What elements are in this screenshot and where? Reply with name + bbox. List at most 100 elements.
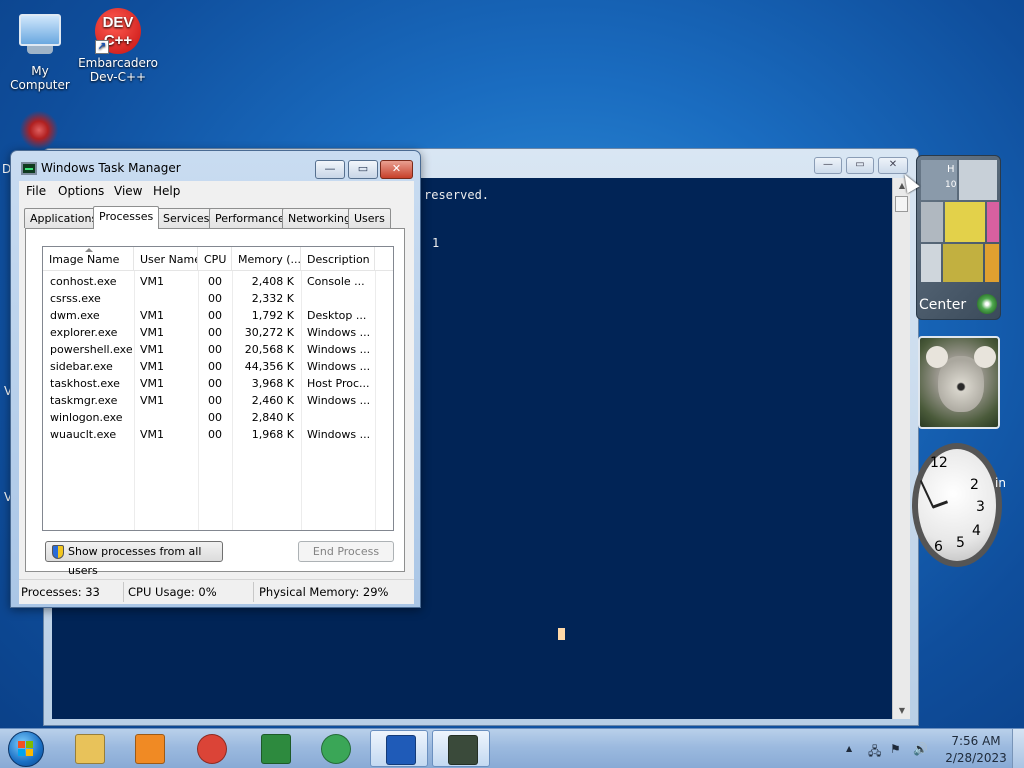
column-user-name[interactable]: User Name (134, 247, 198, 271)
cell-cpu: 00 (208, 411, 222, 424)
minimize-button[interactable]: — (315, 160, 345, 179)
cell-memory: 2,332 K (251, 292, 294, 305)
table-row[interactable]: winlogon.exe 00 2,840 K (43, 410, 393, 427)
cell-description: Windows ... (307, 343, 371, 356)
window-title: Windows Task Manager (41, 161, 181, 175)
table-row[interactable]: taskmgr.exe VM1 00 2,460 K Windows ... (43, 393, 393, 410)
cell-cpu: 00 (208, 343, 222, 356)
close-button[interactable]: ✕ (380, 160, 413, 179)
console-line: 1 (432, 236, 440, 250)
folder-icon (75, 734, 105, 764)
media-letter: H (947, 164, 955, 175)
cell-description: Windows ... (307, 360, 371, 373)
cell-image: sidebar.exe (50, 360, 113, 373)
console-close-button[interactable]: ✕ (878, 157, 908, 174)
table-row[interactable]: powershell.exe VM1 00 20,568 K Windows ... (43, 342, 393, 359)
start-button[interactable] (8, 731, 44, 767)
network-icon[interactable]: 🖧 (868, 742, 881, 763)
menu-options[interactable]: Options (58, 184, 104, 198)
desktop-icon-devcpp[interactable]: DEV C++ ↗ Embarcadero Dev-C++ (78, 4, 158, 84)
tab-applications[interactable]: Applications (24, 208, 104, 228)
task-manager-icon (448, 735, 478, 765)
maximize-button[interactable]: ▭ (348, 160, 378, 179)
status-bar: Processes: 33 CPU Usage: 0% Physical Mem… (19, 579, 414, 604)
cell-cpu: 00 (208, 326, 222, 339)
cell-description: Windows ... (307, 428, 371, 441)
table-row[interactable]: dwm.exe VM1 00 1,792 K Desktop ... (43, 308, 393, 325)
table-row[interactable]: sidebar.exe VM1 00 44,356 K Windows ... (43, 359, 393, 376)
menu-view[interactable]: View (114, 184, 142, 198)
devcpp-icon: DEV C++ ↗ (95, 8, 141, 54)
task-manager-app-icon (21, 162, 37, 175)
table-row[interactable]: wuauclt.exe VM1 00 1,968 K Windows ... (43, 427, 393, 444)
task-manager-body: Applications Processes Services Performa… (19, 201, 414, 579)
media-center-label: Center (919, 297, 967, 313)
taskbar-button-chrome[interactable] (182, 730, 240, 767)
tray-clock-date[interactable]: 2/28/2023 (942, 751, 1010, 765)
tab-networking[interactable]: Networking (282, 208, 357, 228)
cell-image: taskhost.exe (50, 377, 120, 390)
media-player-icon (135, 734, 165, 764)
tab-services[interactable]: Services (157, 208, 216, 228)
show-desktop-button[interactable] (1012, 729, 1024, 768)
partial-desktop-icon[interactable] (17, 110, 61, 150)
cell-memory: 2,840 K (251, 411, 294, 424)
show-all-processes-button[interactable]: Show processes from all users (45, 541, 223, 577)
clock-face: 12 2 3 4 5 6 (912, 443, 1002, 567)
menu-help[interactable]: Help (153, 184, 180, 198)
tab-processes[interactable]: Processes (93, 206, 160, 229)
cell-image: taskmgr.exe (50, 394, 118, 407)
taskbar-button-media-player[interactable] (120, 730, 178, 767)
table-row[interactable]: explorer.exe VM1 00 30,272 K Windows ... (43, 325, 393, 342)
column-memory[interactable]: Memory (... (232, 247, 301, 271)
process-list-header: Image Name User Name CPU Memory (... Des… (43, 247, 393, 271)
cell-user: VM1 (140, 377, 165, 390)
cell-description: Host Proc... (307, 377, 370, 390)
clock-number: 12 (930, 455, 948, 471)
clock-gadget[interactable]: 12 2 3 4 5 6 (908, 443, 1002, 569)
menu-file[interactable]: File (26, 184, 46, 198)
uac-shield-icon (52, 545, 64, 559)
end-process-button[interactable]: End Process (298, 541, 394, 562)
status-cpu: CPU Usage: 0% (128, 585, 217, 599)
cell-description: Desktop ... (307, 309, 367, 322)
taskbar-button-windows-explorer[interactable] (60, 730, 118, 767)
cell-cpu: 00 (208, 394, 222, 407)
taskbar-button-csharp[interactable] (246, 730, 304, 767)
cell-image: explorer.exe (50, 326, 118, 339)
task-manager-window[interactable]: Windows Task Manager — ▭ ✕ File Options … (10, 150, 421, 608)
volume-icon[interactable]: 🔊 (913, 742, 928, 756)
desktop-icon-my-computer[interactable]: My Computer (0, 8, 80, 92)
cell-user: VM1 (140, 309, 165, 322)
tab-users[interactable]: Users (348, 208, 391, 228)
action-center-flag-icon[interactable]: ⚑ (890, 742, 901, 756)
clock-number: 6 (934, 539, 943, 555)
table-row[interactable]: conhost.exe VM1 00 2,408 K Console ... (43, 274, 393, 291)
media-center-gadget[interactable]: H 10 Center (916, 155, 1001, 320)
cell-memory: 2,460 K (251, 394, 294, 407)
console-maximize-button[interactable]: ▭ (846, 157, 874, 174)
clock-minute-hand (919, 479, 935, 509)
console-line: reserved. (424, 188, 490, 202)
slideshow-gadget[interactable] (918, 336, 1000, 429)
tab-performance[interactable]: Performance (209, 208, 291, 228)
taskbar-button-media-center[interactable] (306, 730, 364, 767)
tray-clock-time[interactable]: 7:56 AM (946, 734, 1006, 748)
column-description[interactable]: Description (301, 247, 375, 271)
cell-user: VM1 (140, 428, 165, 441)
show-hidden-icons-chevron[interactable]: ▲ (846, 744, 852, 753)
cell-cpu: 00 (208, 360, 222, 373)
process-list[interactable]: Image Name User Name CPU Memory (... Des… (42, 246, 394, 531)
scroll-thumb[interactable] (895, 196, 908, 212)
taskbar-button-task-manager[interactable] (432, 730, 490, 767)
console-minimize-button[interactable]: — (814, 157, 842, 174)
taskbar-button-powershell[interactable] (370, 730, 428, 767)
column-cpu[interactable]: CPU (198, 247, 232, 271)
table-row[interactable]: taskhost.exe VM1 00 3,968 K Host Proc... (43, 376, 393, 393)
scroll-down-icon[interactable]: ▼ (893, 703, 911, 719)
table-row[interactable]: csrss.exe 00 2,332 K (43, 291, 393, 308)
column-image-name[interactable]: Image Name (43, 247, 134, 271)
cell-cpu: 00 (208, 428, 222, 441)
cell-user: VM1 (140, 326, 165, 339)
cell-memory: 30,272 K (244, 326, 294, 339)
